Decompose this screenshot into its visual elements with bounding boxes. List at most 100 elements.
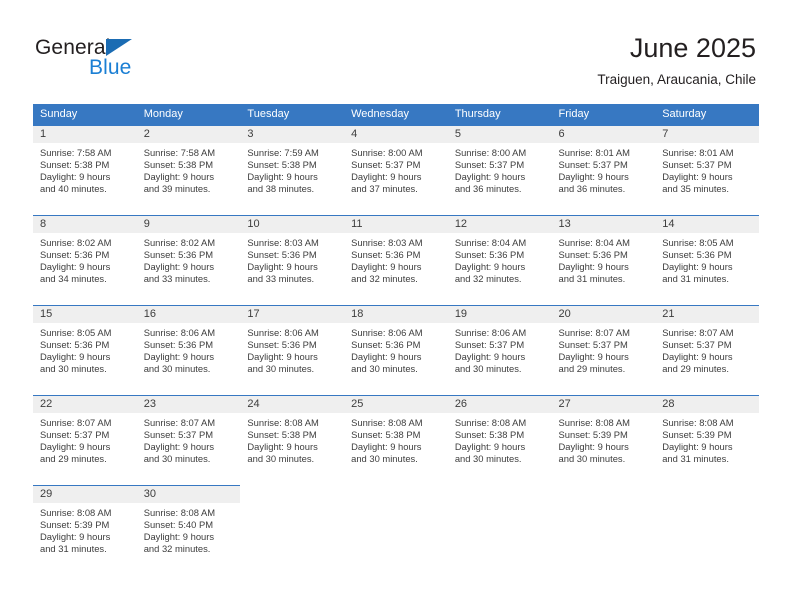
day-number-band: 30 [136, 485, 241, 503]
daylight-text-line2: and 31 minutes. [662, 452, 729, 464]
day-cell[interactable]: 10 Sunrise: 8:03 AM Sunset: 5:36 PM Dayligh… [240, 215, 345, 305]
daylight-text-line2: and 31 minutes. [662, 272, 729, 284]
day-cell[interactable]: 30 Sunrise: 8:08 AM Sunset: 5:40 PM Dayligh… [136, 485, 241, 571]
sunset-text: Sunset: 5:37 PM [40, 428, 110, 440]
day-cell[interactable]: 1 Sunrise: 7:58 AM Sunset: 5:38 PM Daylight… [33, 125, 137, 215]
daylight-text-line2: and 30 minutes. [454, 452, 522, 464]
day-details: Sunrise: 8:05 AM Sunset: 5:36 PM Daylight:… [655, 233, 759, 285]
day-number-band: 12 [447, 215, 552, 233]
day-details: Sunrise: 7:59 AM Sunset: 5:38 PM Daylight:… [240, 143, 344, 195]
day-number: 11 [351, 218, 363, 230]
sunset-text: Sunset: 5:37 PM [454, 158, 525, 170]
daylight-text-line2: and 35 minutes. [662, 182, 729, 194]
day-cell[interactable]: 4 Sunrise: 8:00 AM Sunset: 5:37 PM Daylight… [344, 125, 448, 215]
day-cell[interactable]: 24 Sunrise: 8:08 AM Sunset: 5:38 PM Dayligh… [240, 395, 345, 485]
day-cell[interactable]: 29 Sunrise: 8:08 AM Sunset: 5:39 PM Dayligh… [33, 485, 137, 571]
daylight-text-line1: Daylight: 9 hours [558, 170, 629, 182]
sunset-text: Sunset: 5:38 PM [143, 158, 214, 170]
sunrise-text: Sunrise: 8:06 AM [351, 327, 423, 338]
day-number-band [240, 485, 344, 503]
weekday-header-saturday: Saturday [662, 108, 707, 120]
weekday-header-row: Sunday Monday Tuesday Wednesday Thursday Frid… [33, 104, 759, 125]
day-cell[interactable]: 25 Sunrise: 8:08 AM Sunset: 5:38 PM Dayligh… [344, 395, 448, 485]
sunset-text: Sunset: 5:38 PM [247, 158, 317, 170]
day-cell[interactable]: 22 Sunrise: 8:07 AM Sunset: 5:37 PM Dayligh… [33, 395, 137, 485]
day-cell[interactable]: 21 Sunrise: 8:07 AM Sunset: 5:37 PM Dayligh… [655, 305, 759, 395]
sunrise-text: Sunrise: 8:07 AM [558, 327, 630, 338]
sunset-text: Sunset: 5:39 PM [40, 518, 110, 530]
day-details: Sunrise: 8:07 AM Sunset: 5:37 PM Daylight:… [137, 413, 241, 465]
day-cell[interactable]: 11 Sunrise: 8:03 AM Sunset: 5:36 PM Dayligh… [344, 215, 448, 305]
day-cell[interactable]: 15 Sunrise: 8:05 AM Sunset: 5:36 PM Dayligh… [33, 305, 137, 395]
day-details: Sunrise: 8:07 AM Sunset: 5:37 PM Daylight:… [33, 413, 137, 465]
day-number-band: 21 [655, 305, 759, 323]
daylight-text-line1: Daylight: 9 hours [351, 350, 422, 362]
day-number: 27 [558, 398, 571, 410]
day-cell[interactable]: 27 Sunrise: 8:08 AM Sunset: 5:39 PM Dayligh… [551, 395, 656, 485]
day-number-band: 5 [447, 125, 552, 143]
sunset-text: Sunset: 5:36 PM [40, 338, 110, 350]
day-details: Sunrise: 8:05 AM Sunset: 5:36 PM Daylight:… [33, 323, 137, 375]
daylight-text-line2: and 33 minutes. [143, 272, 211, 284]
daylight-text-line2: and 30 minutes. [558, 452, 626, 464]
daylight-text-line1: Daylight: 9 hours [143, 350, 215, 362]
daylight-text-line2: and 32 minutes. [351, 272, 418, 284]
day-number: 12 [454, 218, 468, 230]
day-cell-empty [655, 485, 759, 571]
sunrise-text: Sunrise: 8:05 AM [40, 327, 112, 338]
day-cell[interactable]: 17 Sunrise: 8:06 AM Sunset: 5:36 PM Dayligh… [240, 305, 345, 395]
day-number-band: 20 [551, 305, 656, 323]
day-number: 17 [247, 308, 260, 320]
day-number-band [552, 485, 656, 503]
day-details: Sunrise: 8:06 AM Sunset: 5:37 PM Daylight:… [448, 323, 552, 375]
sunrise-text: Sunrise: 8:06 AM [143, 327, 216, 338]
day-cell[interactable]: 12 Sunrise: 8:04 AM Sunset: 5:36 PM Dayligh… [447, 215, 552, 305]
day-cell[interactable]: 18 Sunrise: 8:06 AM Sunset: 5:36 PM Dayligh… [344, 305, 448, 395]
day-details: Sunrise: 8:08 AM Sunset: 5:39 PM Daylight:… [655, 413, 759, 465]
day-cell[interactable]: 9 Sunrise: 8:02 AM Sunset: 5:36 PM Daylight… [136, 215, 241, 305]
daylight-text-line2: and 31 minutes. [40, 542, 107, 554]
sunset-text: Sunset: 5:36 PM [662, 248, 732, 260]
day-number-band: 22 [33, 395, 137, 413]
day-number: 26 [454, 398, 468, 410]
day-number-band: 7 [655, 125, 759, 143]
day-number: 25 [351, 398, 364, 410]
daylight-text-line2: and 30 minutes. [454, 362, 522, 374]
day-number-band: 29 [33, 485, 137, 503]
daylight-text-line1: Daylight: 9 hours [40, 350, 111, 362]
sunrise-text: Sunrise: 7:58 AM [40, 147, 112, 158]
day-cell[interactable]: 5 Sunrise: 8:00 AM Sunset: 5:37 PM Daylight… [447, 125, 552, 215]
day-cell[interactable]: 23 Sunrise: 8:07 AM Sunset: 5:37 PM Dayligh… [136, 395, 241, 485]
sunrise-text: Sunrise: 8:00 AM [454, 147, 527, 158]
day-details: Sunrise: 8:08 AM Sunset: 5:38 PM Daylight:… [344, 413, 448, 465]
daylight-text-line1: Daylight: 9 hours [40, 170, 111, 182]
sunset-text: Sunset: 5:36 PM [351, 248, 421, 260]
day-cell[interactable]: 19 Sunrise: 8:06 AM Sunset: 5:37 PM Dayligh… [447, 305, 552, 395]
daylight-text-line1: Daylight: 9 hours [143, 170, 215, 182]
sunrise-text: Sunrise: 8:07 AM [40, 417, 112, 428]
sunrise-text: Sunrise: 8:08 AM [662, 417, 734, 428]
day-cell[interactable]: 6 Sunrise: 8:01 AM Sunset: 5:37 PM Daylight… [551, 125, 656, 215]
weekday-header-monday: Monday [143, 108, 183, 120]
day-cell[interactable]: 16 Sunrise: 8:06 AM Sunset: 5:36 PM Dayligh… [136, 305, 241, 395]
day-cell[interactable]: 26 Sunrise: 8:08 AM Sunset: 5:38 PM Dayligh… [447, 395, 552, 485]
day-cell[interactable]: 3 Sunrise: 7:59 AM Sunset: 5:38 PM Daylight… [240, 125, 345, 215]
daylight-text-line2: and 32 minutes. [454, 272, 522, 284]
day-cell[interactable]: 2 Sunrise: 7:58 AM Sunset: 5:38 PM Daylight… [136, 125, 241, 215]
weekday-header-friday: Friday [558, 108, 590, 120]
day-cell[interactable]: 28 Sunrise: 8:08 AM Sunset: 5:39 PM Dayligh… [655, 395, 759, 485]
day-details: Sunrise: 8:06 AM Sunset: 5:36 PM Daylight:… [137, 323, 241, 375]
day-details: Sunrise: 8:01 AM Sunset: 5:37 PM Daylight:… [552, 143, 656, 195]
day-cell[interactable]: 8 Sunrise: 8:02 AM Sunset: 5:36 PM Daylight… [33, 215, 137, 305]
daylight-text-line2: and 30 minutes. [143, 362, 211, 374]
day-cell[interactable]: 13 Sunrise: 8:04 AM Sunset: 5:36 PM Dayligh… [551, 215, 656, 305]
day-cell[interactable]: 20 Sunrise: 8:07 AM Sunset: 5:37 PM Dayligh… [551, 305, 656, 395]
daylight-text-line2: and 34 minutes. [40, 272, 107, 284]
day-details: Sunrise: 8:08 AM Sunset: 5:39 PM Daylight:… [552, 413, 656, 465]
generalblue-logo[interactable]: General Blue [35, 36, 235, 86]
day-number-band: 13 [551, 215, 656, 233]
day-details: Sunrise: 8:08 AM Sunset: 5:40 PM Daylight:… [137, 503, 241, 555]
day-cell[interactable]: 7 Sunrise: 8:01 AM Sunset: 5:37 PM Daylight… [655, 125, 759, 215]
day-cell[interactable]: 14 Sunrise: 8:05 AM Sunset: 5:36 PM Dayligh… [655, 215, 759, 305]
day-number: 18 [351, 308, 364, 320]
